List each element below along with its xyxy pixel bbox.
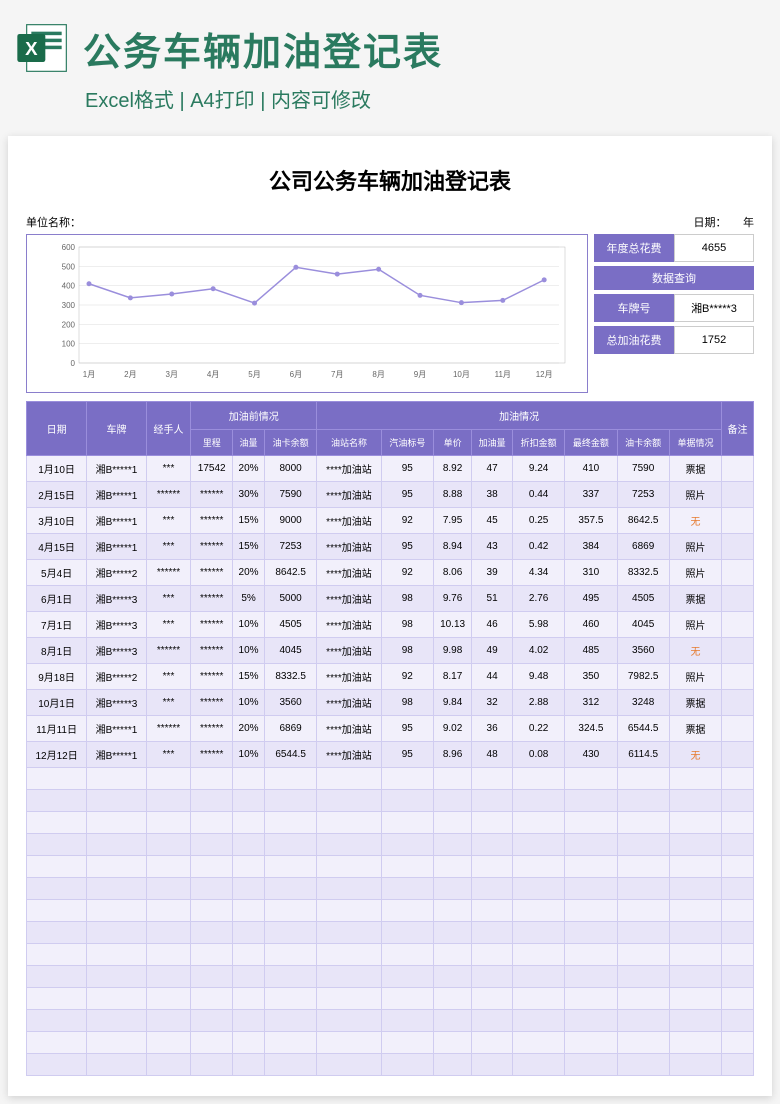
th-discount: 折扣金额 bbox=[513, 430, 565, 456]
table-row-empty[interactable] bbox=[27, 988, 754, 1010]
th-final: 最终金额 bbox=[565, 430, 617, 456]
page-subtitle: Excel格式 | A4打印 | 内容可修改 bbox=[0, 84, 780, 128]
table-row-empty[interactable] bbox=[27, 900, 754, 922]
table-row[interactable]: 4月15日湘B*****1*** ******15%7253 ****加油站95… bbox=[27, 534, 754, 560]
table-row-empty[interactable] bbox=[27, 1054, 754, 1076]
table-row-empty[interactable] bbox=[27, 878, 754, 900]
th-grade: 汽油标号 bbox=[381, 430, 433, 456]
table-row-empty[interactable] bbox=[27, 856, 754, 878]
table-row[interactable]: 10月1日湘B*****3*** ******10%3560 ****加油站98… bbox=[27, 690, 754, 716]
plate-row: 车牌号 湘B*****3 bbox=[594, 294, 754, 322]
table-row-empty[interactable] bbox=[27, 1010, 754, 1032]
table-row-empty[interactable] bbox=[27, 812, 754, 834]
svg-text:500: 500 bbox=[62, 262, 76, 271]
annual-value: 4655 bbox=[674, 234, 754, 262]
table-row-empty[interactable] bbox=[27, 790, 754, 812]
total-label: 总加油花费 bbox=[594, 326, 674, 354]
data-table: 日期 车牌 经手人 加油前情况 加油情况 备注 里程 油量 油卡余额 油站名称 … bbox=[26, 401, 754, 1076]
table-row[interactable]: 3月10日湘B*****1*** ******15%9000 ****加油站92… bbox=[27, 508, 754, 534]
table-row-empty[interactable] bbox=[27, 1032, 754, 1054]
table-row[interactable]: 7月1日湘B*****3*** ******10%4505 ****加油站981… bbox=[27, 612, 754, 638]
table-row[interactable]: 1月10日湘B*****1*** 1754220%8000 ****加油站958… bbox=[27, 456, 754, 482]
table-row[interactable]: 12月12日湘B*****1*** ******10%6544.5 ****加油… bbox=[27, 742, 754, 768]
sheet-container: 公司公务车辆加油登记表 单位名称： 日期： 年 0 100 200 300 400 500… bbox=[8, 136, 772, 1096]
table-row[interactable]: 2月15日湘B*****1****** ******30%7590 ****加油… bbox=[27, 482, 754, 508]
th-receipt: 单据情况 bbox=[669, 430, 721, 456]
th-fuel: 油量 bbox=[233, 430, 265, 456]
total-value: 1752 bbox=[674, 326, 754, 354]
svg-text:X: X bbox=[25, 38, 38, 59]
date-label: 日期： 年 bbox=[694, 214, 755, 230]
svg-text:600: 600 bbox=[62, 243, 76, 252]
svg-text:6月: 6月 bbox=[290, 370, 302, 379]
svg-text:100: 100 bbox=[62, 340, 76, 349]
th-station: 油站名称 bbox=[317, 430, 381, 456]
table-row-empty[interactable] bbox=[27, 922, 754, 944]
svg-text:7月: 7月 bbox=[331, 370, 343, 379]
summary-panel: 年度总花费 4655 数据查询 车牌号 湘B*****3 总加油花费 1752 bbox=[594, 234, 754, 393]
th-balance: 油卡余额 bbox=[264, 430, 316, 456]
th-handler: 经手人 bbox=[146, 402, 191, 456]
svg-text:5月: 5月 bbox=[248, 370, 260, 379]
meta-row: 单位名称： 日期： 年 bbox=[26, 214, 754, 230]
table-row[interactable]: 6月1日湘B*****3*** ******5%5000 ****加油站989.… bbox=[27, 586, 754, 612]
th-mileage: 里程 bbox=[191, 430, 233, 456]
sheet-title: 公司公务车辆加油登记表 bbox=[26, 164, 754, 196]
plate-value[interactable]: 湘B*****3 bbox=[674, 294, 754, 322]
table-row[interactable]: 11月11日湘B*****1****** ******20%6869 ****加… bbox=[27, 716, 754, 742]
annual-row: 年度总花费 4655 bbox=[594, 234, 754, 262]
svg-text:200: 200 bbox=[62, 320, 76, 329]
table-row-empty[interactable] bbox=[27, 944, 754, 966]
chart-container: 0 100 200 300 400 500 600 1月 2月 3月 4月 5月 6月 7月 8月 9月 10月… bbox=[26, 234, 588, 393]
svg-text:9月: 9月 bbox=[414, 370, 426, 379]
table-row[interactable]: 9月18日湘B*****2*** ******15%8332.5 ****加油站… bbox=[27, 664, 754, 690]
th-after-group: 加油情况 bbox=[317, 402, 722, 430]
svg-text:0: 0 bbox=[71, 359, 76, 368]
svg-text:8月: 8月 bbox=[372, 370, 384, 379]
svg-text:2月: 2月 bbox=[124, 370, 136, 379]
excel-icon: X bbox=[15, 20, 71, 76]
query-header: 数据查询 bbox=[594, 266, 754, 290]
plate-label: 车牌号 bbox=[594, 294, 674, 322]
table-row[interactable]: 8月1日湘B*****3****** ******10%4045 ****加油站… bbox=[27, 638, 754, 664]
svg-text:300: 300 bbox=[62, 301, 76, 310]
th-date: 日期 bbox=[27, 402, 87, 456]
svg-text:400: 400 bbox=[62, 282, 76, 291]
th-price: 单价 bbox=[433, 430, 471, 456]
th-note: 备注 bbox=[722, 402, 754, 456]
svg-text:10月: 10月 bbox=[453, 370, 470, 379]
table-row-empty[interactable] bbox=[27, 966, 754, 988]
annual-label: 年度总花费 bbox=[594, 234, 674, 262]
page-header: X 公务车辆加油登记表 bbox=[0, 0, 780, 84]
page-title: 公务车辆加油登记表 bbox=[83, 21, 443, 76]
line-chart: 0 100 200 300 400 500 600 1月 2月 3月 4月 5月 6月 7月 8月 9月 10月… bbox=[31, 241, 583, 381]
top-section: 0 100 200 300 400 500 600 1月 2月 3月 4月 5月 6月 7月 8月 9月 10月… bbox=[26, 234, 754, 393]
svg-text:4月: 4月 bbox=[207, 370, 219, 379]
svg-text:11月: 11月 bbox=[495, 370, 511, 379]
table-row-empty[interactable] bbox=[27, 834, 754, 856]
svg-text:12月: 12月 bbox=[536, 370, 553, 379]
table-row[interactable]: 5月4日湘B*****2****** ******20%8642.5 ****加… bbox=[27, 560, 754, 586]
th-amount: 加油量 bbox=[472, 430, 513, 456]
svg-text:1月: 1月 bbox=[83, 370, 95, 379]
unit-label: 单位名称： bbox=[26, 214, 81, 230]
svg-text:3月: 3月 bbox=[166, 370, 178, 379]
table-row-empty[interactable] bbox=[27, 768, 754, 790]
total-row: 总加油花费 1752 bbox=[594, 326, 754, 354]
th-before-group: 加油前情况 bbox=[191, 402, 317, 430]
th-plate: 车牌 bbox=[87, 402, 147, 456]
th-card-after: 油卡余额 bbox=[617, 430, 669, 456]
